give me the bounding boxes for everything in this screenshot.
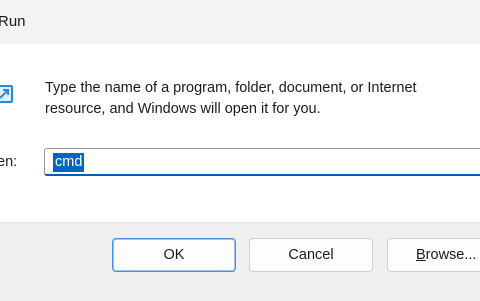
run-icon [0, 85, 13, 103]
title-bar[interactable]: Run [0, 0, 480, 44]
cancel-button[interactable]: Cancel [249, 238, 373, 272]
window-title: Run [0, 13, 26, 30]
run-dialog: Run Type the name of a program, folder, … [0, 0, 480, 301]
browse-mnemonic: B [416, 247, 426, 263]
description-text: Type the name of a program, folder, docu… [45, 78, 480, 120]
description-line-2: resource, and Windows will open it for y… [45, 101, 321, 117]
open-combobox[interactable]: cmd [44, 148, 480, 176]
browse-button[interactable]: Browse... [387, 238, 480, 272]
dialog-content: Type the name of a program, folder, docu… [0, 44, 480, 222]
ok-button[interactable]: OK [112, 238, 236, 272]
open-input-value[interactable]: cmd [53, 153, 85, 172]
open-label: en: [0, 154, 18, 170]
dialog-footer: OK Cancel Browse... [0, 222, 480, 301]
description-line-1: Type the name of a program, folder, docu… [45, 80, 417, 96]
browse-label-rest: rowse... [425, 247, 477, 263]
